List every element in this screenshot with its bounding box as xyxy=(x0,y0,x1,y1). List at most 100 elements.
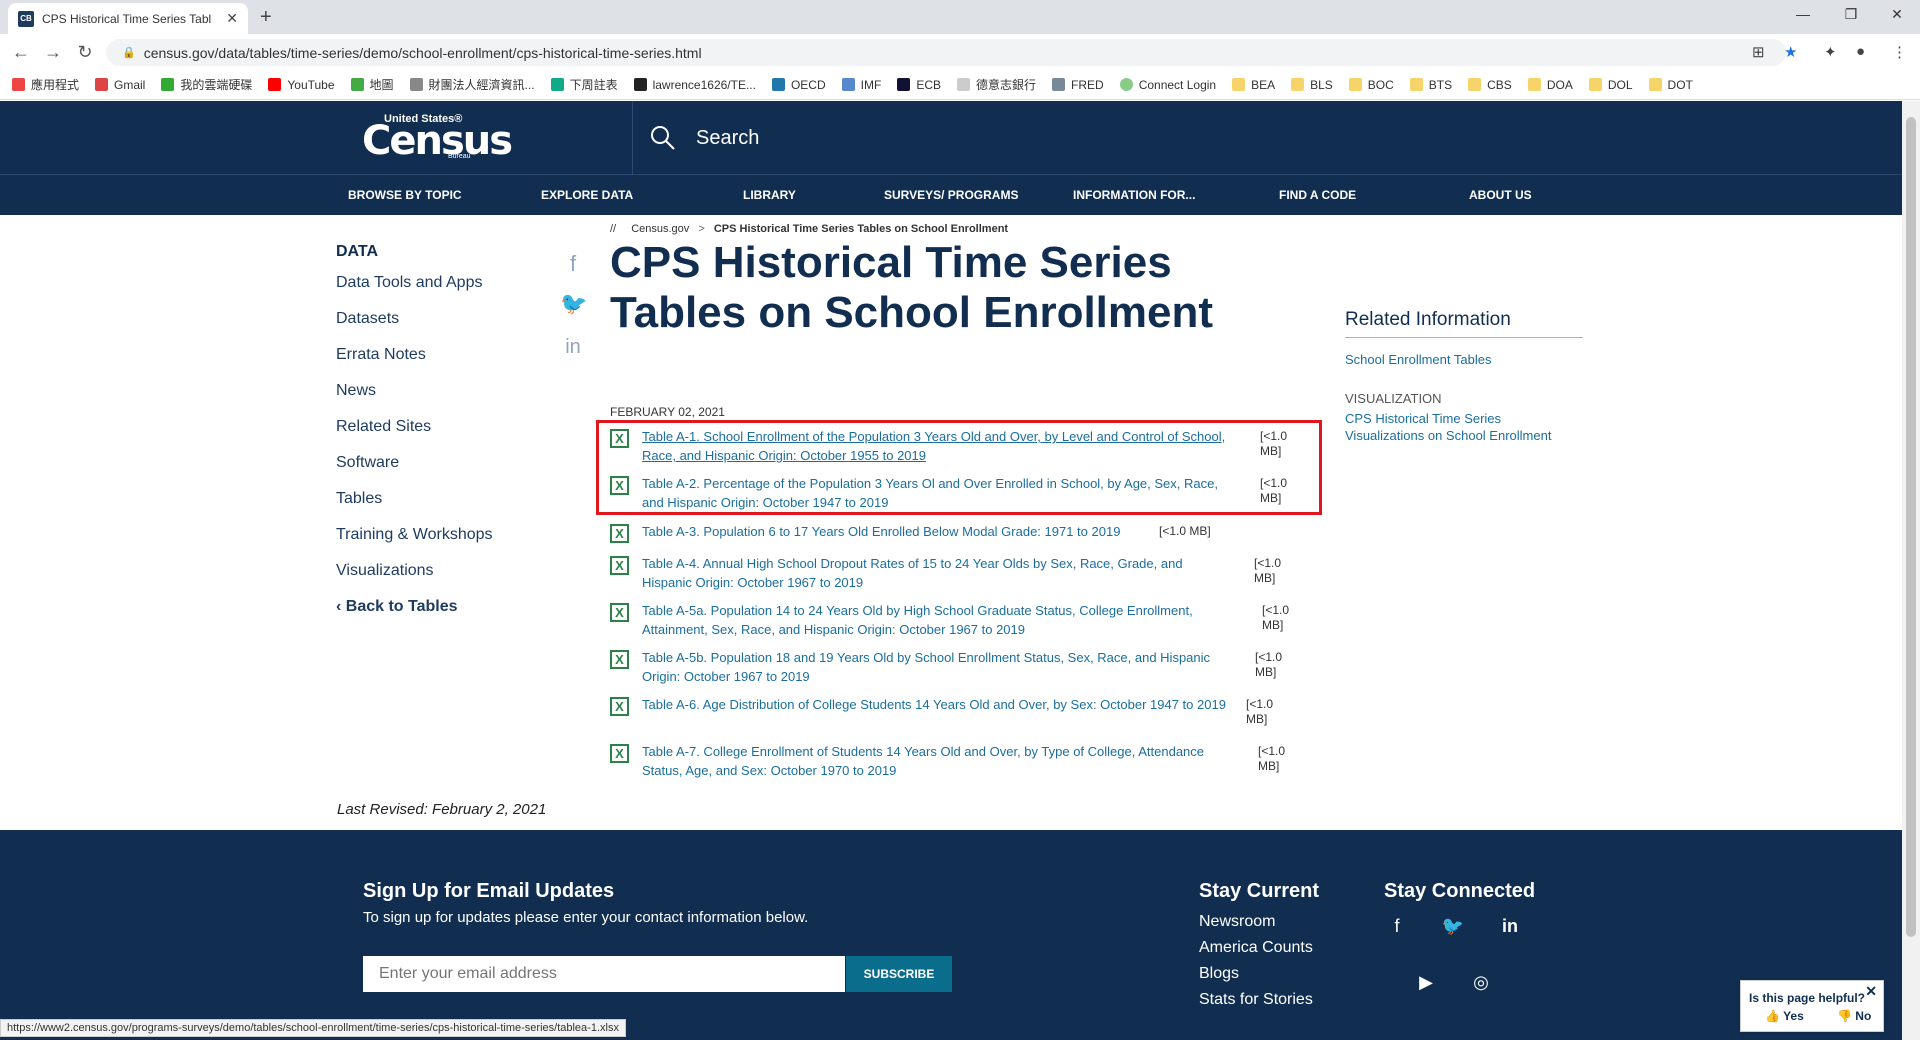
excel-icon: X xyxy=(610,744,629,763)
close-window-icon[interactable]: ✕ xyxy=(1882,6,1912,23)
oecd-icon xyxy=(771,78,785,91)
sidebar-item-datasets[interactable]: Datasets xyxy=(336,301,493,337)
bookmark-maps[interactable]: 地圖 xyxy=(350,76,394,93)
scrollbar[interactable] xyxy=(1902,101,1920,1040)
bookmark-oecd[interactable]: OECD xyxy=(771,78,826,92)
excel-icon: X xyxy=(610,650,629,669)
bookmark-bea[interactable]: BEA xyxy=(1232,78,1275,92)
linkedin-icon[interactable]: in xyxy=(560,336,586,359)
bookmark-drive[interactable]: 我的雲端硬碟 xyxy=(161,76,252,93)
table-link[interactable]: Table A-7. College Enrollment of Student… xyxy=(642,742,1242,780)
bookmark-ecb[interactable]: ECB xyxy=(897,78,941,92)
translate-icon[interactable]: ⊞ xyxy=(1752,43,1765,61)
instagram-icon[interactable]: ◎ xyxy=(1469,972,1493,993)
nav-browse-by-topic[interactable]: BROWSE BY TOPIC xyxy=(348,188,462,202)
bookmark-bls[interactable]: BLS xyxy=(1291,78,1333,92)
bookmark-imf[interactable]: IMF xyxy=(841,78,881,92)
folder-icon xyxy=(1291,78,1305,91)
scrollbar-thumb[interactable] xyxy=(1906,117,1916,937)
twitter-icon[interactable]: 🐦 xyxy=(1441,916,1465,937)
folder-icon xyxy=(1409,78,1423,91)
bookmark-star-icon[interactable]: ★ xyxy=(1784,43,1797,61)
nav-surveys-programs[interactable]: SURVEYS/ PROGRAMS xyxy=(884,188,1018,202)
bookmark-boc[interactable]: BOC xyxy=(1348,78,1394,92)
sidebar-item-training[interactable]: Training & Workshops xyxy=(336,517,493,553)
sidebar-item-errata[interactable]: Errata Notes xyxy=(336,337,493,373)
bookmark-github[interactable]: lawrence1626/TE... xyxy=(633,78,756,92)
extensions-icon[interactable]: ✦ xyxy=(1824,43,1837,61)
sidebar-item-news[interactable]: News xyxy=(336,373,493,409)
facebook-icon[interactable]: f xyxy=(1385,916,1409,937)
table-link[interactable]: Table A-4. Annual High School Dropout Ra… xyxy=(642,554,1232,592)
nav-library[interactable]: LIBRARY xyxy=(743,188,796,202)
footer-link-stats-for-stories[interactable]: Stats for Stories xyxy=(1199,987,1319,1013)
bookmark-cbs[interactable]: CBS xyxy=(1468,78,1512,92)
bookmark-fred[interactable]: FRED xyxy=(1052,78,1104,92)
footer-link-blogs[interactable]: Blogs xyxy=(1199,961,1319,987)
profile-icon[interactable]: ● xyxy=(1856,43,1865,60)
youtube-icon xyxy=(268,78,282,91)
file-size: [<1.0 MB] xyxy=(1258,744,1286,773)
minimize-icon[interactable]: — xyxy=(1788,6,1818,22)
twitter-icon[interactable]: 🐦 xyxy=(560,291,587,317)
youtube-icon[interactable]: ▶ xyxy=(1414,972,1438,993)
breadcrumb-home[interactable]: Census.gov xyxy=(631,223,689,235)
sidebar-item-data-tools[interactable]: Data Tools and Apps xyxy=(336,265,493,301)
nav-information-for[interactable]: INFORMATION FOR... xyxy=(1073,188,1195,202)
nav-about-us[interactable]: ABOUT US xyxy=(1469,188,1532,202)
bookmark-sheet[interactable]: 下周註表 xyxy=(550,76,618,93)
close-tab-icon[interactable]: ✕ xyxy=(226,10,238,27)
restore-icon[interactable]: ❐ xyxy=(1836,6,1866,23)
bookmark-tej[interactable]: 財團法人經濟資訊... xyxy=(409,76,535,93)
sidebar-item-tables[interactable]: Tables xyxy=(336,481,493,517)
nav-find-a-code[interactable]: FIND A CODE xyxy=(1279,188,1356,202)
sidebar-item-visualizations[interactable]: Visualizations xyxy=(336,553,493,589)
back-to-tables-link[interactable]: ‹ Back to Tables xyxy=(336,589,493,625)
sidebar-item-related-sites[interactable]: Related Sites xyxy=(336,409,493,445)
drive-icon xyxy=(161,78,175,91)
table-link[interactable]: Table A-3. Population 6 to 17 Years Old … xyxy=(642,522,1120,541)
page-title: CPS Historical Time Series Tables on Sch… xyxy=(610,238,1214,337)
table-link[interactable]: Table A-5a. Population 14 to 24 Years Ol… xyxy=(642,601,1242,639)
status-url: https://www2.census.gov/programs-surveys… xyxy=(0,1019,626,1037)
bookmark-connect[interactable]: Connect Login xyxy=(1119,78,1216,92)
search-button[interactable]: Search xyxy=(696,127,759,150)
url-field[interactable]: 🔒 census.gov/data/tables/time-series/dem… xyxy=(106,39,1786,66)
nav-explore-data[interactable]: EXPLORE DATA xyxy=(541,188,633,202)
highlight-box xyxy=(596,420,1322,515)
bookmark-youtube[interactable]: YouTube xyxy=(268,78,335,92)
table-link[interactable]: Table A-5b. Population 18 and 19 Years O… xyxy=(642,648,1242,686)
breadcrumb-current: CPS Historical Time Series Tables on Sch… xyxy=(713,223,1009,235)
feedback-no-button[interactable]: 👎 No xyxy=(1837,1009,1871,1023)
close-icon[interactable]: ✕ xyxy=(1865,983,1877,1000)
email-field[interactable] xyxy=(363,956,845,992)
visualizations-link[interactable]: CPS Historical Time Series Visualization… xyxy=(1345,410,1583,444)
bookmark-apps[interactable]: 應用程式 xyxy=(12,76,79,93)
linkedin-icon[interactable]: in xyxy=(1498,916,1522,937)
browser-tab[interactable]: CB CPS Historical Time Series Tabl ✕ xyxy=(8,3,248,34)
footer-link-america-counts[interactable]: America Counts xyxy=(1199,935,1319,961)
back-icon[interactable]: ← xyxy=(10,42,32,63)
search-icon[interactable] xyxy=(650,125,676,151)
menu-icon[interactable]: ⋮ xyxy=(1892,43,1907,61)
forward-icon[interactable]: → xyxy=(42,42,64,63)
new-tab-icon[interactable]: + xyxy=(260,6,272,29)
bookmark-dot[interactable]: DOT xyxy=(1648,78,1693,92)
sheet-icon xyxy=(550,78,564,91)
header-divider xyxy=(632,101,633,174)
bookmark-deutsche[interactable]: 德意志銀行 xyxy=(957,76,1036,93)
table-link[interactable]: Table A-6. Age Distribution of College S… xyxy=(642,695,1232,714)
footer-link-newsroom[interactable]: Newsroom xyxy=(1199,909,1319,935)
sidebar-item-software[interactable]: Software xyxy=(336,445,493,481)
reload-icon[interactable]: ↻ xyxy=(74,42,96,63)
excel-icon: X xyxy=(610,697,629,716)
facebook-icon[interactable]: f xyxy=(560,251,586,277)
bookmark-bts[interactable]: BTS xyxy=(1409,78,1452,92)
subscribe-button[interactable]: SUBSCRIBE xyxy=(846,956,952,992)
school-enrollment-tables-link[interactable]: School Enrollment Tables xyxy=(1345,352,1583,367)
bookmark-doa[interactable]: DOA xyxy=(1527,78,1573,92)
feedback-yes-button[interactable]: 👍 Yes xyxy=(1765,1009,1804,1023)
bookmark-gmail[interactable]: Gmail xyxy=(95,78,145,92)
bookmark-dol[interactable]: DOL xyxy=(1588,78,1633,92)
file-size: [<1.0 MB] xyxy=(1262,603,1290,632)
